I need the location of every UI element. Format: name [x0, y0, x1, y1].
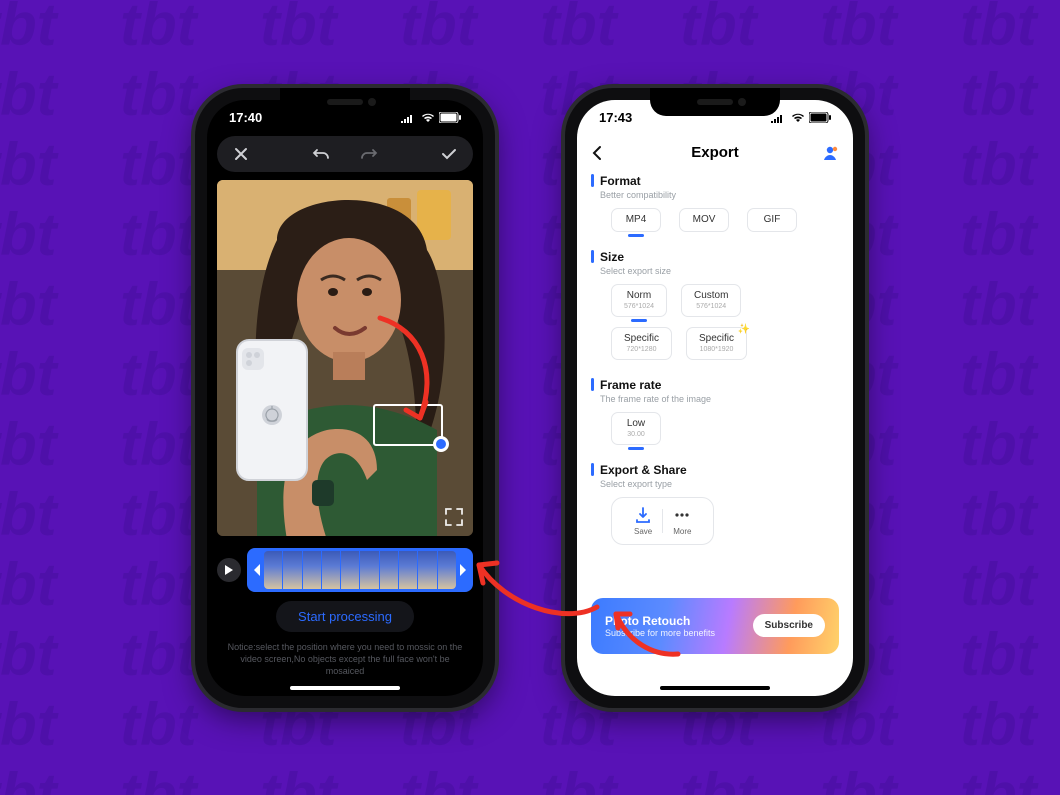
- notice-text: Notice:select the position where you nee…: [225, 641, 465, 677]
- status-time: 17:43: [599, 110, 632, 125]
- timeline-row: [217, 548, 473, 592]
- back-icon[interactable]: [591, 145, 603, 161]
- format-option-mp4[interactable]: MP4: [611, 208, 661, 232]
- section-title: Size: [600, 250, 624, 264]
- editor-toolbar: [217, 136, 473, 172]
- notch: [650, 88, 780, 116]
- section-format: Format Better compatibility MP4 MOV GIF: [591, 174, 839, 232]
- close-icon[interactable]: [231, 144, 251, 164]
- export-content: Format Better compatibility MP4 MOV GIF …: [591, 174, 839, 682]
- framerate-option-low[interactable]: Low30.00: [611, 412, 661, 445]
- status-time: 17:40: [229, 110, 262, 125]
- export-nav: Export: [577, 136, 853, 170]
- section-export-share: Export & Share Select export type Save: [591, 463, 839, 545]
- sparkle-icon: ✨: [738, 324, 750, 335]
- fullscreen-icon[interactable]: [443, 506, 465, 528]
- confirm-icon[interactable]: [439, 144, 459, 164]
- size-option-720[interactable]: Specific720*1280: [611, 327, 672, 360]
- subscribe-banner[interactable]: Photo Retouch Subscribe for more benefit…: [591, 598, 839, 654]
- size-option-1080[interactable]: Specific1080*1920✨: [686, 327, 747, 360]
- page-title: Export: [691, 144, 739, 161]
- video-viewport[interactable]: [217, 180, 473, 536]
- subscribe-button[interactable]: Subscribe: [753, 614, 825, 637]
- phone-editor: 17:40: [195, 88, 495, 708]
- video-timeline[interactable]: [247, 548, 473, 592]
- notch: [280, 88, 410, 116]
- redo-icon[interactable]: [359, 144, 379, 164]
- phone-export: 17:43 Export Format Bet: [565, 88, 865, 708]
- more-button[interactable]: More: [663, 506, 701, 536]
- profile-icon[interactable]: [821, 144, 839, 162]
- format-option-mov[interactable]: MOV: [679, 208, 729, 232]
- section-title: Format: [600, 174, 641, 188]
- section-framerate: Frame rate The frame rate of the image L…: [591, 378, 839, 445]
- home-indicator: [660, 686, 770, 690]
- selection-resize-handle[interactable]: [433, 436, 449, 452]
- trim-handle-left[interactable]: [250, 551, 264, 589]
- promo-title: Photo Retouch: [605, 614, 715, 628]
- play-button[interactable]: [217, 558, 241, 582]
- section-size: Size Select export size Norm576*1024 Cus…: [591, 250, 839, 360]
- section-subtitle: Select export size: [600, 266, 839, 276]
- section-subtitle: Select export type: [600, 479, 839, 489]
- timeline-thumbnails: [264, 551, 456, 589]
- trim-handle-right[interactable]: [456, 551, 470, 589]
- status-indicators: [401, 112, 461, 123]
- section-title: Frame rate: [600, 378, 661, 392]
- more-icon: [673, 506, 691, 524]
- mosaic-selection-box[interactable]: [373, 404, 443, 446]
- section-subtitle: The frame rate of the image: [600, 394, 839, 404]
- size-option-custom[interactable]: Custom576*1024: [681, 284, 741, 317]
- start-processing-button[interactable]: Start processing: [276, 601, 414, 632]
- save-button[interactable]: Save: [624, 506, 662, 536]
- section-subtitle: Better compatibility: [600, 190, 839, 200]
- size-option-norm[interactable]: Norm576*1024: [611, 284, 667, 317]
- section-title: Export & Share: [600, 463, 687, 477]
- home-indicator: [290, 686, 400, 690]
- status-indicators: [771, 112, 831, 123]
- format-option-gif[interactable]: GIF: [747, 208, 797, 232]
- download-icon: [634, 506, 652, 524]
- undo-icon[interactable]: [311, 144, 331, 164]
- promo-subtitle: Subscribe for more benefits: [605, 628, 715, 638]
